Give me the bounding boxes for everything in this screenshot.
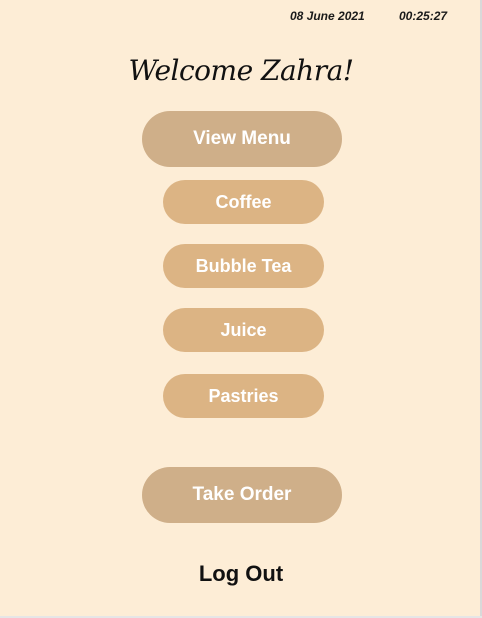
logout-link[interactable]: Log Out: [0, 561, 482, 587]
welcome-heading: Welcome Zahra!: [128, 54, 354, 87]
current-time: 00:25:27: [399, 9, 448, 23]
view-menu-button[interactable]: View Menu: [142, 111, 342, 167]
current-date: 08 June 2021: [290, 9, 365, 23]
menu-item-label: Juice: [220, 319, 267, 340]
menu-item-label: Pastries: [208, 385, 279, 406]
menu-item-bubble-tea-button[interactable]: Bubble Tea: [163, 244, 324, 288]
view-menu-label: View Menu: [193, 128, 291, 149]
menu-item-pastries-button[interactable]: Pastries: [163, 374, 324, 418]
take-order-button[interactable]: Take Order: [142, 467, 342, 523]
menu-item-juice-button[interactable]: Juice: [163, 308, 324, 352]
status-bar: 08 June 2021 00:25:27: [0, 9, 482, 25]
menu-item-label: Bubble Tea: [195, 255, 292, 276]
take-order-label: Take Order: [192, 484, 292, 505]
menu-item-coffee-button[interactable]: Coffee: [163, 180, 324, 224]
menu-item-label: Coffee: [215, 191, 272, 212]
